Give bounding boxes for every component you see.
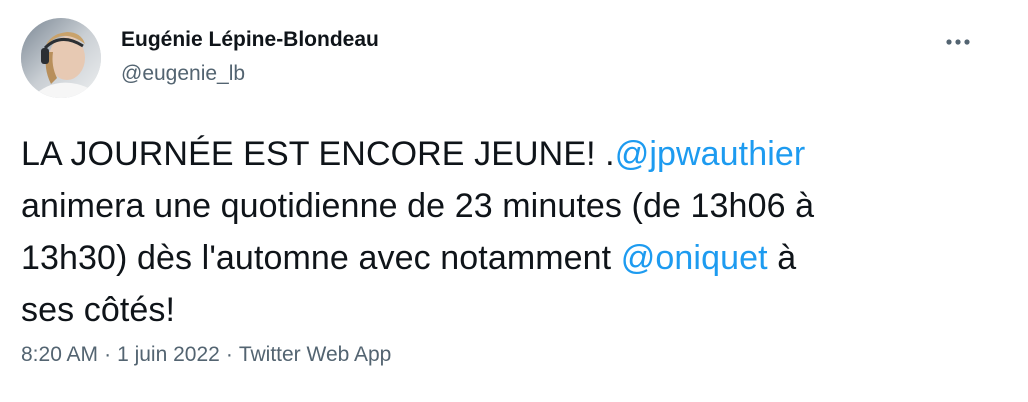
mention-link-jpwauthier[interactable]: @jpwauthier <box>615 135 806 173</box>
author-handle[interactable]: @eugenie_lb <box>121 61 379 87</box>
tweet-time-link[interactable]: 8:20 AM <box>21 343 98 366</box>
tweet-line-2: animera une quotidienne de 23 minutes (d… <box>21 187 815 225</box>
more-icon <box>946 39 970 45</box>
author-display-name[interactable]: Eugénie Lépine-Blondeau <box>121 27 379 53</box>
tweet-line-4: ses côtés! <box>21 291 176 329</box>
more-options-button[interactable] <box>940 24 976 60</box>
tweet-text: LA JOURNÉE EST ENCORE JEUNE! .@jpwauthie… <box>21 128 1001 336</box>
tweet-date-link[interactable]: 1 juin 2022 <box>117 343 220 366</box>
tweet-line-1: LA JOURNÉE EST ENCORE JEUNE! .@jpwauthie… <box>21 128 1001 180</box>
tweet-text-segment: LA JOURNÉE EST ENCORE JEUNE! . <box>21 135 615 173</box>
mention-link-oniquet[interactable]: @oniquet <box>621 239 768 277</box>
meta-separator: · <box>225 343 233 366</box>
author-info: Eugénie Lépine-Blondeau @eugenie_lb <box>121 27 379 87</box>
tweet-card: Eugénie Lépine-Blondeau @eugenie_lb LA J… <box>0 0 1028 402</box>
avatar[interactable] <box>21 18 101 98</box>
tweet-line-3: 13h30) dès l'automne avec notamment @oni… <box>21 232 1001 284</box>
tweet-source-link[interactable]: Twitter Web App <box>239 343 392 366</box>
meta-separator: · <box>104 343 112 366</box>
tweet-metadata: 8:20 AM · 1 juin 2022 · Twitter Web App <box>21 340 391 370</box>
tweet-text-segment: à <box>767 239 797 277</box>
tweet-text-segment: 13h30) dès l'automne avec notamment <box>21 239 621 277</box>
profile-photo <box>21 18 101 98</box>
